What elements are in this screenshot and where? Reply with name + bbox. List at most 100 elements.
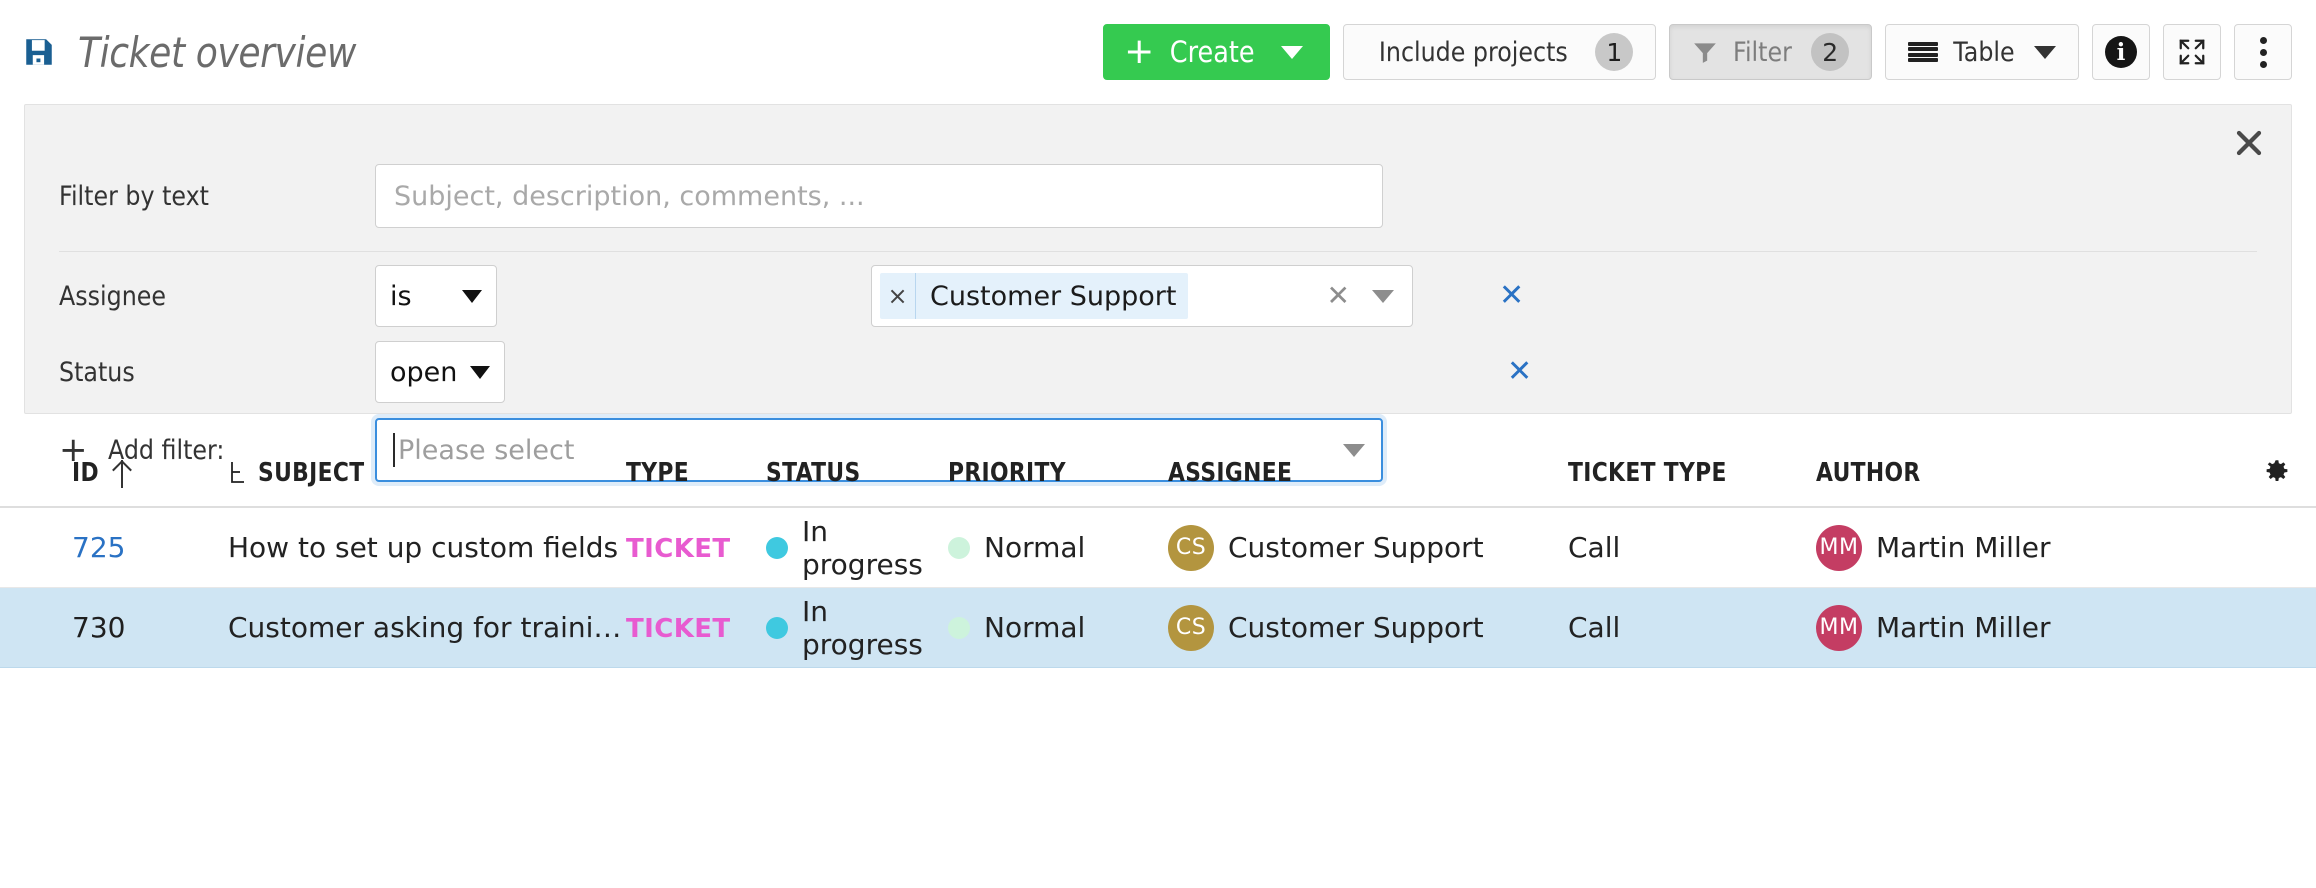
chevron-down-icon [462,289,482,303]
ticket-id-link[interactable]: 725 [72,531,125,564]
avatar: MM [1816,604,1862,651]
kebab-menu-icon [2259,36,2267,68]
cell-status: In progress [766,595,948,661]
cell-ticket-type: Call [1568,611,1621,644]
filter-by-text-label: Filter by text [59,180,209,212]
priority-dot-icon [948,536,970,559]
plus-icon: + [1124,31,1155,72]
include-projects-label: Include projects [1378,36,1568,68]
cell-assignee: CS Customer Support [1168,524,1568,571]
status-dot-icon [766,536,788,559]
status-label: In progress [802,594,923,661]
assignee-token-label: Customer Support [930,280,1177,312]
chevron-down-icon[interactable] [1343,443,1365,457]
status-operator-select[interactable]: open [375,341,505,403]
assignee-operator-select[interactable]: is [375,265,497,327]
filter-row-assignee: Assignee is × Customer Support ✕ ✕ [59,265,2257,327]
info-button[interactable]: i [2092,24,2150,80]
cell-id: 725 [0,531,196,564]
priority-label: Normal [984,531,1086,564]
page-toolbar: Ticket overview + Create Include project… [0,0,2316,104]
chevron-down-icon[interactable] [2034,45,2056,59]
column-header-id-label: ID [72,458,99,488]
table-row[interactable]: 730 Customer asking for training s... TI… [0,588,2316,668]
author-name: Martin Miller [1876,611,2051,644]
filter-by-text-input[interactable] [375,164,1383,228]
cell-subject[interactable]: How to set up custom fields [196,531,626,564]
cell-priority: Normal [948,611,1168,644]
info-icon: i [2105,36,2137,68]
column-header-type-label: Type [626,458,689,488]
chevron-down-icon[interactable] [1372,289,1394,303]
toolbar-actions: + Create Include projects 1 Filter 2 Tab… [1103,24,2292,80]
type-badge: TICKET [626,534,731,564]
chevron-down-icon [470,365,490,379]
sort-ascending-icon [114,458,130,488]
cell-status: In progress [766,515,948,581]
page-title: Ticket overview [78,27,357,77]
fullscreen-icon [2179,39,2205,65]
table-view-button[interactable]: Table [1885,24,2079,80]
assignee-operator-value: is [390,280,412,312]
avatar: CS [1168,604,1214,651]
cell-priority: Normal [948,531,1168,564]
include-projects-button[interactable]: Include projects 1 [1342,24,1657,80]
column-header-assignee-label: Assignee [1168,458,1293,488]
add-filter-row: + Add filter: Please select [59,418,2257,482]
assignee-name: Customer Support [1228,531,1484,564]
remove-assignee-filter-button[interactable]: ✕ [1499,281,1524,311]
create-button-label: Create [1170,35,1255,69]
column-header-subject-label: Subject [258,458,365,488]
filter-button[interactable]: Filter 2 [1669,24,1873,80]
more-actions-button[interactable] [2234,24,2292,80]
include-projects-badge: 1 [1595,33,1634,71]
column-header-status-label: Status [766,458,861,488]
filter-funnel-icon [1694,43,1717,63]
fullscreen-button[interactable] [2163,24,2221,80]
floppy-disk-icon[interactable] [22,35,56,69]
avatar: CS [1168,524,1214,571]
priority-dot-icon [948,616,970,639]
clear-selection-icon[interactable]: ✕ [1327,282,1350,310]
multiselect-actions: ✕ [1327,282,1402,310]
filter-by-text-row: Filter by text [59,159,2257,233]
cell-type: TICKET [626,531,766,564]
priority-label: Normal [984,611,1086,644]
close-filter-panel-button[interactable] [2225,119,2273,167]
assignee-value-multiselect[interactable]: × Customer Support ✕ [871,265,1413,327]
filter-button-label: Filter [1733,36,1793,68]
text-cursor [393,433,395,467]
filter-row-status: Status open ✕ [59,341,2257,403]
add-filter-placeholder: Please select [398,434,575,466]
column-header-ticket-type-label: Ticket type [1568,458,1727,488]
filter-row-status-label: Status [59,356,135,388]
table-settings-gear-icon[interactable] [2262,458,2292,488]
cell-subject[interactable]: Customer asking for training s... [196,611,626,644]
assignee-token: × Customer Support [880,273,1189,319]
title-group: Ticket overview [22,28,401,77]
create-button[interactable]: + Create [1103,24,1330,80]
close-icon [2236,130,2262,156]
author-name: Martin Miller [1876,531,2051,564]
status-operator-value: open [390,356,458,388]
remove-status-filter-button[interactable]: ✕ [1507,357,1532,387]
assignee-name: Customer Support [1228,611,1484,644]
remove-token-icon[interactable]: × [880,273,916,319]
cell-author: MM Martin Miller [1816,604,2216,651]
cell-author: MM Martin Miller [1816,524,2216,571]
filter-panel: Filter by text Assignee is × Customer Su… [24,104,2292,482]
table-row[interactable]: 725 How to set up custom fields TICKET I… [0,508,2316,588]
cell-assignee: CS Customer Support [1168,604,1568,651]
ticket-id-link[interactable]: 730 [72,611,125,644]
cell-ticket-type: Call [1568,531,1621,564]
table-view-label: Table [1953,36,2015,68]
avatar: MM [1816,524,1862,571]
chevron-down-icon[interactable] [1280,45,1303,59]
filter-badge: 2 [1811,33,1850,71]
filter-divider [59,251,2257,252]
ticket-overview-page: Ticket overview + Create Include project… [0,0,2316,888]
type-badge: TICKET [626,614,731,644]
status-dot-icon [766,616,788,639]
cell-id: 730 [0,611,196,644]
column-header-priority-label: Priority [948,458,1066,488]
